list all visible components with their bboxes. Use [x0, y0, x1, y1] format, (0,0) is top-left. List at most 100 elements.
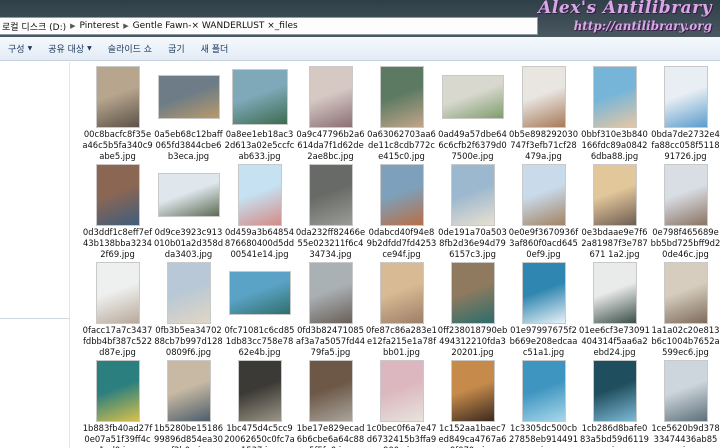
file-thumbnail[interactable]: [664, 67, 707, 127]
file-thumbnail[interactable]: [593, 263, 636, 323]
file-item[interactable]: 1b883fb40ad27f0e07a51f39ff4c1ad0.jpg: [82, 358, 153, 448]
file-item[interactable]: 0fd3b82471085af3a7a5057fd4479fa5.jpg: [295, 260, 366, 358]
file-item[interactable]: 0e3bdaae9e7f62a81987f3e787671 1a2.jpg: [579, 162, 650, 260]
file-thumbnail[interactable]: [96, 361, 139, 421]
file-item[interactable]: 01e97997675f2b669e208edcaac51a1.jpg: [508, 260, 579, 358]
file-name: 00c8bacfc8f35ea46c5b5fa340c9abe5.jpg: [82, 129, 153, 161]
breadcrumb-separator-icon[interactable]: ▶: [70, 22, 75, 30]
file-item[interactable]: 0de191a70a5038fb2d36e94d796157c3.jpg: [437, 162, 508, 260]
file-thumbnail[interactable]: [309, 165, 352, 225]
file-item[interactable]: 1c152aa1baec7ed849ca4767a69f070e.jpg: [437, 358, 508, 448]
file-name: 1be17e829ecad6b6cbe6a64c885f5fe0.jpg: [296, 423, 365, 448]
file-thumbnail[interactable]: [522, 67, 565, 127]
file-name: 0a9c47796b2a6614da7f1d62de2ae8bc.jpg: [296, 129, 365, 161]
file-name: 0ad49a57dbe646c6cfb2f6379d07500e.jpg: [438, 129, 507, 161]
file-thumbnail[interactable]: [238, 165, 281, 225]
file-name: 0fb3b5ea3470288cb7b997d1280809f6.jpg: [154, 325, 223, 357]
file-item[interactable]: 00c8bacfc8f35ea46c5b5fa340c9abe5.jpg: [82, 64, 153, 162]
file-item[interactable]: 1cb286d8bafe083a5bd59d6119e.jpg: [579, 358, 650, 448]
file-thumbnail[interactable]: [158, 174, 219, 216]
file-name: 1ce5620b9d37833474436ab85e.jpg: [651, 423, 720, 448]
file-item[interactable]: 0facc17a7c3437fdbb4bf387c522d87e.jpg: [82, 260, 153, 358]
file-item[interactable]: 0a9c47796b2a6614da7f1d62de2ae8bc.jpg: [295, 64, 366, 162]
file-thumbnail[interactable]: [522, 263, 565, 323]
slideshow-button[interactable]: 슬라이드 쇼: [100, 39, 160, 59]
file-thumbnail[interactable]: [451, 361, 494, 421]
file-thumbnail[interactable]: [96, 263, 139, 323]
file-name: 0de191a70a5038fb2d36e94d796157c3.jpg: [438, 227, 507, 259]
navigation-pane[interactable]: [0, 62, 70, 448]
navigation-divider: [0, 318, 70, 319]
file-item[interactable]: 0d9ce3923c913010b01a2d358dda3403.jpg: [153, 162, 224, 260]
organize-label: 구성: [8, 45, 25, 55]
file-item[interactable]: 0a5eb68c12baff065fd3844cbe6b3eca.jpg: [153, 64, 224, 162]
file-item[interactable]: 1c3305dc500cb27858eb914491e.jpg: [508, 358, 579, 448]
file-thumbnail[interactable]: [167, 263, 210, 323]
breadcrumb-drive[interactable]: 로컬 디스크 (D:): [2, 20, 66, 33]
file-thumbnail[interactable]: [593, 361, 636, 421]
file-item[interactable]: 0e0e9f3670936f3af860f0acd6450ef9.jpg: [508, 162, 579, 260]
file-item[interactable]: 1b5280be1518699896d854ea30af2b0e.jpg: [153, 358, 224, 448]
breadcrumb-separator-icon[interactable]: ▶: [123, 22, 128, 30]
file-item[interactable]: 0ad49a57dbe646c6cfb2f6379d07500e.jpg: [437, 64, 508, 162]
file-item[interactable]: 0fc71081c6cd851db83cc758e7862e4b.jpg: [224, 260, 295, 358]
file-thumbnail[interactable]: [593, 67, 636, 127]
file-item[interactable]: 1ce5620b9d37833474436ab85e.jpg: [650, 358, 720, 448]
file-name: 0e798f465689ebb5bd725bff9d20de46c.jpg: [650, 227, 720, 259]
file-name: 0ff238018790eb494312210fda320201.jpg: [437, 325, 508, 357]
file-item[interactable]: 0d459a3b64854876680400d5dd00541e14.jpg: [224, 162, 295, 260]
file-thumbnail[interactable]: [167, 361, 210, 421]
file-thumbnail[interactable]: [229, 272, 290, 314]
file-thumbnail[interactable]: [380, 361, 423, 421]
file-thumbnail[interactable]: [309, 361, 352, 421]
file-item[interactable]: 0da232ff82466e55e023211f6c434734.jpg: [295, 162, 366, 260]
file-name: 1a1a02c20e813b6c1004b7652a599ec6.jpg: [651, 325, 720, 357]
file-item[interactable]: 1c0bec0f6a7e47d6732415b3ffa9900e.jpg: [366, 358, 437, 448]
file-thumbnail[interactable]: [309, 263, 352, 323]
file-thumbnail[interactable]: [232, 70, 287, 124]
file-thumbnail[interactable]: [309, 67, 352, 127]
file-item[interactable]: 0b5e898292030747f3efb71cf28479a.jpg: [508, 64, 579, 162]
file-thumbnail[interactable]: [522, 361, 565, 421]
file-thumbnail[interactable]: [451, 263, 494, 323]
file-name: 0e0e9f3670936f3af860f0acd6450ef9.jpg: [508, 227, 579, 259]
file-item[interactable]: 0fb3b5ea3470288cb7b997d1280809f6.jpg: [153, 260, 224, 358]
file-item[interactable]: 0ff238018790eb494312210fda320201.jpg: [437, 260, 508, 358]
file-item[interactable]: 1bc475d4c5cc920062650c0fc7a1537.jpg: [224, 358, 295, 448]
file-item[interactable]: 0dabcd40f94e89b2dfdd7fd4253ce94f.jpg: [366, 162, 437, 260]
file-item[interactable]: 0e798f465689ebb5bd725bff9d20de46c.jpg: [650, 162, 720, 260]
breadcrumb-pinterest[interactable]: Pinterest: [80, 21, 120, 31]
file-thumbnail[interactable]: [380, 67, 423, 127]
share-with-button[interactable]: 공유 대상 ▼: [40, 39, 100, 59]
file-item[interactable]: 1a1a02c20e813b6c1004b7652a599ec6.jpg: [650, 260, 720, 358]
file-thumbnail[interactable]: [664, 263, 707, 323]
file-thumbnail[interactable]: [96, 67, 139, 127]
file-name: 0a63062703aa6de11c8cdb772ce415c0.jpg: [367, 129, 436, 161]
address-bar[interactable]: 로컬 디스크 (D:) ▶ Pinterest ▶ Gentle Fawn-× …: [0, 17, 538, 35]
file-thumbnail[interactable]: [380, 165, 423, 225]
file-item[interactable]: 0d3ddf1c8eff7ef43b138bba32342f69.jpg: [82, 162, 153, 260]
file-thumbnail[interactable]: [158, 76, 219, 118]
file-thumbnail[interactable]: [593, 165, 636, 225]
file-thumbnail[interactable]: [238, 361, 281, 421]
file-item[interactable]: 0fe87c86a283e1e12fa215e1a78fbb01.jpg: [366, 260, 437, 358]
file-thumbnail[interactable]: [96, 165, 139, 225]
file-thumbnail[interactable]: [451, 165, 494, 225]
file-item[interactable]: 0bda7de2732e4fa88cc058f511891726.jpg: [650, 64, 720, 162]
file-thumbnail[interactable]: [664, 361, 707, 421]
file-name: 0dabcd40f94e89b2dfdd7fd4253ce94f.jpg: [366, 227, 437, 259]
file-item[interactable]: 0a8ee1eb18ac32d613a02e5ccfcab633.jpg: [224, 64, 295, 162]
file-item[interactable]: 0a63062703aa6de11c8cdb772ce415c0.jpg: [366, 64, 437, 162]
new-folder-button[interactable]: 새 폴더: [193, 39, 237, 59]
file-name: 0da232ff82466e55e023211f6c434734.jpg: [295, 227, 366, 259]
file-item[interactable]: 01ee6cf3e73091404314f5aa6a2ebd24.jpg: [579, 260, 650, 358]
breadcrumb-folder[interactable]: Gentle Fawn-× WANDERLUST ×_files: [133, 21, 298, 31]
file-thumbnail[interactable]: [664, 165, 707, 225]
file-thumbnail[interactable]: [442, 76, 503, 118]
file-item[interactable]: 0bbf310e3b840166fdc89a08426dba88.jpg: [579, 64, 650, 162]
burn-button[interactable]: 굽기: [160, 39, 193, 59]
file-thumbnail[interactable]: [522, 165, 565, 225]
organize-button[interactable]: 구성 ▼: [0, 39, 40, 59]
file-item[interactable]: 1be17e829ecad6b6cbe6a64c885f5fe0.jpg: [295, 358, 366, 448]
file-thumbnail[interactable]: [380, 263, 423, 323]
